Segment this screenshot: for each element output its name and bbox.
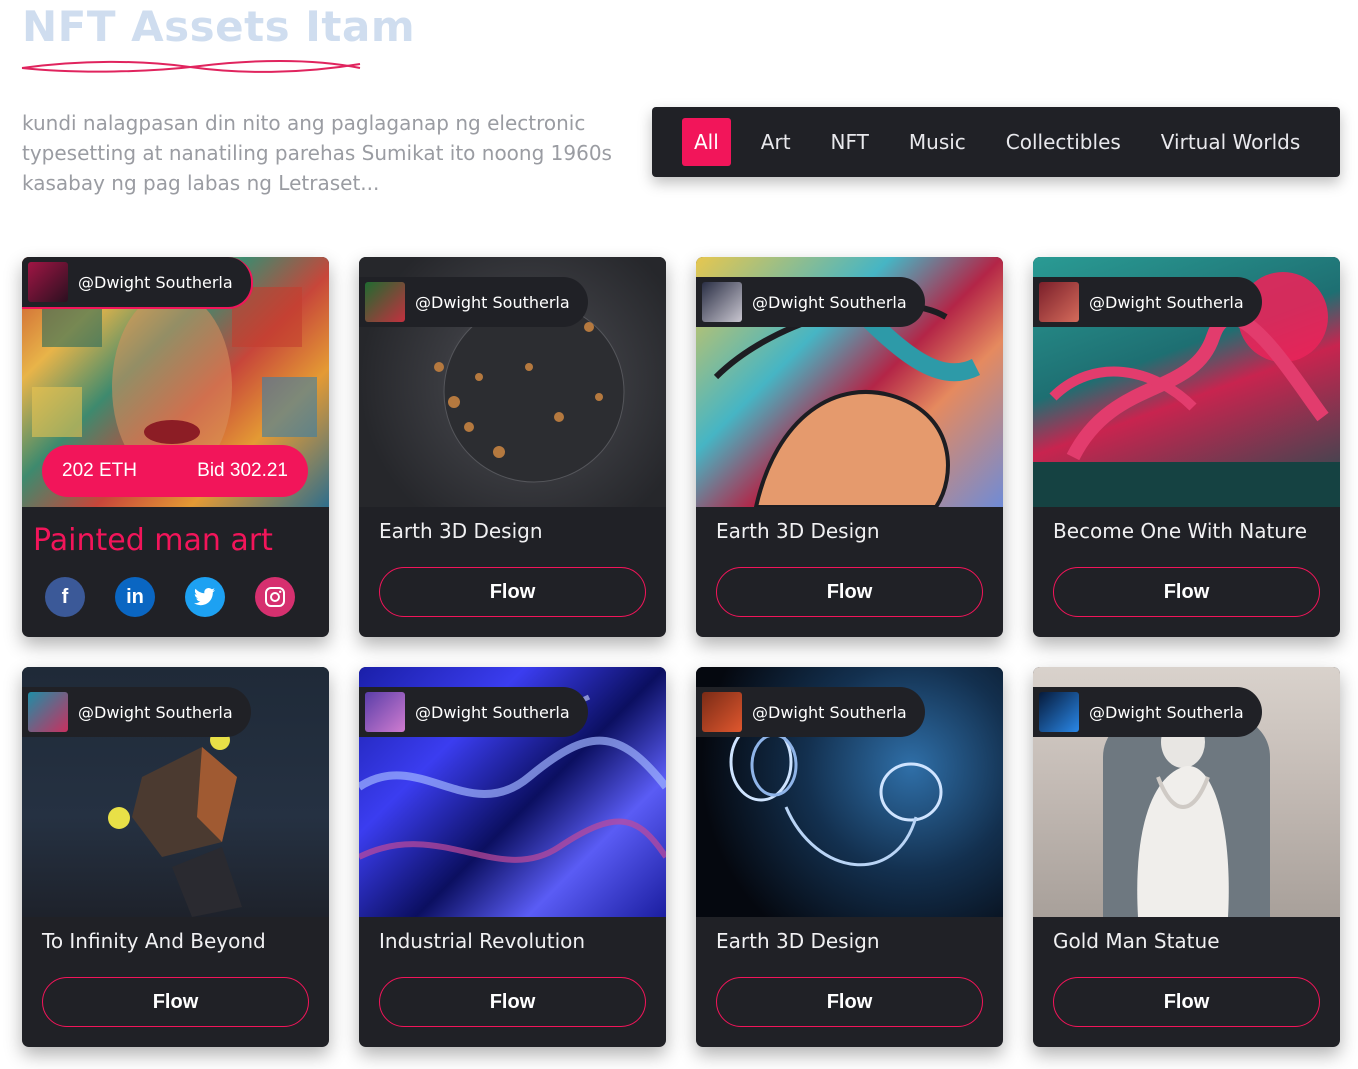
filter-tab-all[interactable]: All bbox=[682, 118, 731, 166]
page-description: kundi nalagpasan din nito ang paglaganap… bbox=[22, 111, 612, 195]
nft-title: Become One With Nature bbox=[1053, 519, 1308, 543]
author-name: @Dwight Southerla bbox=[1089, 702, 1244, 722]
author-name: @Dwight Southerla bbox=[78, 272, 233, 292]
nft-title: To Infinity And Beyond bbox=[42, 929, 266, 953]
featured-nft-card[interactable]: @Dwight Southerla 202 ETH Bid 302.21 Pai… bbox=[22, 257, 329, 637]
author-name: @Dwight Southerla bbox=[415, 292, 570, 312]
nft-card[interactable]: @Dwight Southerla Gold Man Statue Flow bbox=[1033, 667, 1340, 1047]
twitter-icon[interactable] bbox=[185, 577, 225, 617]
nft-card[interactable]: @Dwight Southerla Become One With Nature… bbox=[1033, 257, 1340, 637]
social-links: f in bbox=[45, 577, 295, 617]
avatar bbox=[1039, 282, 1079, 322]
category-filter-bar: All Art NFT Music Collectibles Virtual W… bbox=[652, 107, 1340, 177]
avatar bbox=[365, 282, 405, 322]
title-underline bbox=[21, 60, 361, 73]
price-bar: 202 ETH Bid 302.21 bbox=[42, 445, 308, 497]
flow-button[interactable]: Flow bbox=[42, 977, 309, 1027]
nft-card[interactable]: @Dwight Southerla Earth 3D Design Flow bbox=[696, 667, 1003, 1047]
page-title: NFT Assets Itam bbox=[22, 2, 416, 51]
flow-button[interactable]: Flow bbox=[1053, 977, 1320, 1027]
author-tag[interactable]: @Dwight Southerla bbox=[696, 687, 925, 737]
filter-tab-collectibles[interactable]: Collectibles bbox=[986, 118, 1141, 166]
avatar bbox=[702, 692, 742, 732]
nft-card[interactable]: @Dwight Southerla Earth 3D Design Flow bbox=[696, 257, 1003, 637]
price-value: 202 ETH bbox=[62, 460, 137, 481]
avatar bbox=[702, 282, 742, 322]
nft-title: Industrial Revolution bbox=[379, 929, 586, 953]
filter-tab-nft[interactable]: NFT bbox=[811, 118, 889, 166]
flow-button[interactable]: Flow bbox=[716, 977, 983, 1027]
author-name: @Dwight Southerla bbox=[1089, 292, 1244, 312]
avatar bbox=[28, 262, 68, 302]
author-name: @Dwight Southerla bbox=[752, 702, 907, 722]
nft-card[interactable]: @Dwight Southerla Industrial Revolution … bbox=[359, 667, 666, 1047]
nft-card[interactable]: @Dwight Southerla To Infinity And Beyond… bbox=[22, 667, 329, 1047]
nft-card[interactable]: @Dwight Southerla Earth 3D Design Flow bbox=[359, 257, 666, 637]
flow-button[interactable]: Flow bbox=[716, 567, 983, 617]
bid-value: Bid 302.21 bbox=[197, 460, 288, 481]
author-tag[interactable]: @Dwight Southerla bbox=[359, 687, 588, 737]
filter-tab-music[interactable]: Music bbox=[889, 118, 986, 166]
instagram-icon[interactable] bbox=[255, 577, 295, 617]
avatar bbox=[28, 692, 68, 732]
author-name: @Dwight Southerla bbox=[78, 702, 233, 722]
filter-tab-virtual-worlds[interactable]: Virtual Worlds bbox=[1141, 118, 1320, 166]
flow-button[interactable]: Flow bbox=[1053, 567, 1320, 617]
author-tag[interactable]: @Dwight Southerla bbox=[22, 687, 251, 737]
filter-tab-art[interactable]: Art bbox=[741, 118, 811, 166]
avatar bbox=[365, 692, 405, 732]
nft-title: Earth 3D Design bbox=[716, 929, 880, 953]
author-tag[interactable]: @Dwight Southerla bbox=[359, 277, 588, 327]
nft-title: Gold Man Statue bbox=[1053, 929, 1220, 953]
author-tag[interactable]: @Dwight Southerla bbox=[1033, 277, 1262, 327]
nft-title: Earth 3D Design bbox=[716, 519, 880, 543]
linkedin-icon[interactable]: in bbox=[115, 577, 155, 617]
nft-title: Earth 3D Design bbox=[379, 519, 543, 543]
avatar bbox=[1039, 692, 1079, 732]
author-tag[interactable]: @Dwight Southerla bbox=[696, 277, 925, 327]
author-tag[interactable]: @Dwight Southerla bbox=[1033, 687, 1262, 737]
nft-title: Painted man art bbox=[33, 523, 273, 558]
flow-button[interactable]: Flow bbox=[379, 977, 646, 1027]
author-tag[interactable]: @Dwight Southerla bbox=[22, 257, 253, 309]
facebook-icon[interactable]: f bbox=[45, 577, 85, 617]
author-name: @Dwight Southerla bbox=[752, 292, 907, 312]
author-name: @Dwight Southerla bbox=[415, 702, 570, 722]
flow-button[interactable]: Flow bbox=[379, 567, 646, 617]
